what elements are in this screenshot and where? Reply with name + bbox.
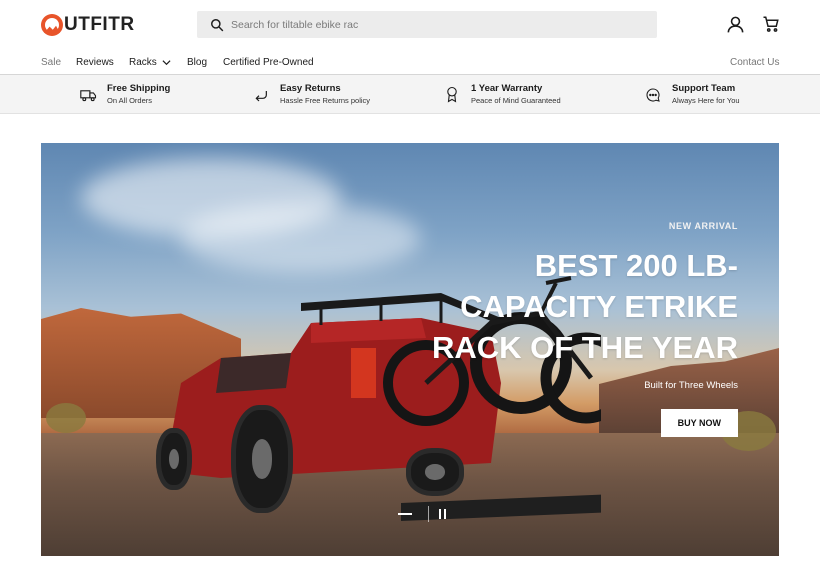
nav-label: Certified Pre-Owned xyxy=(223,57,314,68)
cart-button[interactable] xyxy=(761,14,781,34)
truck-wheel xyxy=(406,448,464,496)
hero-headline: BEST 200 LB- CAPACITY ETRIKE RACK OF THE… xyxy=(432,245,738,368)
cart-icon xyxy=(763,16,779,32)
pause-icon xyxy=(439,509,446,519)
nav-item-certified-pre-owned[interactable]: Certified Pre-Owned xyxy=(223,57,314,68)
slide-dot[interactable] xyxy=(398,513,412,515)
chevron-down-icon xyxy=(162,60,171,66)
usp-free-shipping: Free Shipping On All Orders xyxy=(79,83,170,106)
nav-item-contact[interactable]: Contact Us xyxy=(730,57,779,68)
slide-divider xyxy=(428,506,429,522)
usp-title: 1 Year Warranty xyxy=(471,83,543,94)
hero-copy: NEW ARRIVAL BEST 200 LB- CAPACITY ETRIKE… xyxy=(432,221,738,437)
nav-item-racks[interactable]: Racks xyxy=(129,57,171,68)
site-logo[interactable]: UTFITR xyxy=(41,14,135,36)
logo-text: UTFITR xyxy=(64,14,135,35)
nav-item-reviews[interactable]: Reviews xyxy=(76,57,114,68)
buy-now-button[interactable]: BUY NOW xyxy=(660,409,738,437)
chat-bubble-icon xyxy=(644,86,662,104)
usp-subtitle: Peace of Mind Guaranteed xyxy=(471,96,561,105)
account-icon xyxy=(727,16,743,32)
main-nav: Sale Reviews Racks Blog Certified Pre-Ow… xyxy=(0,50,820,75)
hero-headline-line: BEST 200 LB- xyxy=(534,248,738,283)
hero-headline-line: RACK OF THE YEAR xyxy=(431,330,738,365)
nav-label: Contact Us xyxy=(730,57,780,68)
nav-label: Sale xyxy=(41,57,62,68)
award-ribbon-icon xyxy=(443,86,461,104)
nav-label: Racks xyxy=(129,57,157,68)
hero-eyebrow: NEW ARRIVAL xyxy=(668,221,738,231)
truck-icon xyxy=(79,86,97,104)
hero-shrub xyxy=(46,403,86,433)
usp-easy-returns: Easy Returns Hassle Free Returns policy xyxy=(252,83,370,106)
hero-headline-line: CAPACITY ETRIKE xyxy=(460,289,738,324)
truck-wheel xyxy=(156,428,192,490)
search-input[interactable] xyxy=(231,18,631,31)
usp-title: Support Team xyxy=(672,83,736,94)
nav-label: Reviews xyxy=(76,57,114,68)
account-button[interactable] xyxy=(725,14,745,34)
usp-bar: Free Shipping On All Orders Easy Returns… xyxy=(0,75,820,114)
slideshow-controls xyxy=(398,506,449,522)
usp-support-team: Support Team Always Here for You xyxy=(644,83,740,106)
search-bar[interactable] xyxy=(197,11,657,38)
usp-warranty: 1 Year Warranty Peace of Mind Guaranteed xyxy=(443,83,561,106)
return-arrow-icon xyxy=(252,86,270,104)
hero-banner[interactable]: NEW ARRIVAL BEST 200 LB- CAPACITY ETRIKE… xyxy=(41,143,779,556)
usp-title: Easy Returns xyxy=(280,83,341,94)
nav-item-sale[interactable]: Sale xyxy=(41,57,61,68)
site-header: UTFITR xyxy=(0,0,820,50)
hero-subhead: Built for Three Wheels xyxy=(644,380,738,391)
search-icon xyxy=(211,18,224,31)
nav-item-blog[interactable]: Blog xyxy=(187,57,207,68)
usp-title: Free Shipping xyxy=(107,83,171,94)
usp-subtitle: Always Here for You xyxy=(672,96,740,105)
usp-subtitle: On All Orders xyxy=(107,96,153,105)
usp-subtitle: Hassle Free Returns policy xyxy=(280,96,371,105)
truck-wheel xyxy=(231,405,293,513)
logo-mark-icon xyxy=(41,14,63,36)
nav-label: Blog xyxy=(187,57,208,68)
pause-button[interactable] xyxy=(437,508,449,520)
